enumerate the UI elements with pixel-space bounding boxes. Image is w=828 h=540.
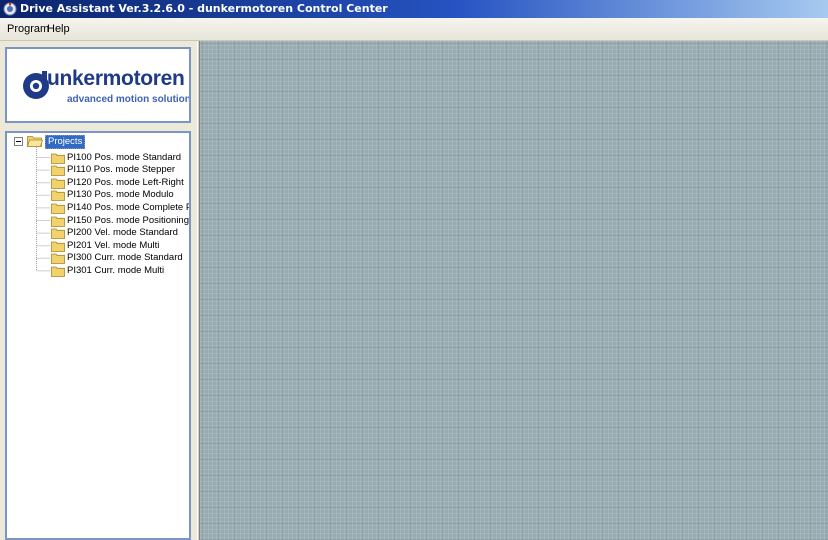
tree-item-label: PI201 Vel. mode Multi bbox=[67, 239, 160, 251]
tree-item-label: PI150 Pos. mode Positioning by bbox=[67, 214, 191, 226]
tree-item-label: PI200 Vel. mode Standard bbox=[67, 227, 178, 239]
folder-icon bbox=[51, 165, 65, 176]
project-tree[interactable]: Projects PI100 Pos. mode Standard PI110 … bbox=[5, 131, 191, 540]
app-icon[interactable] bbox=[3, 2, 17, 16]
collapse-toggle-icon[interactable] bbox=[14, 137, 23, 146]
left-panel: unkermotoren advanced motion solutions P… bbox=[0, 41, 197, 540]
menu-help[interactable]: Help bbox=[45, 18, 72, 40]
company-logo: unkermotoren advanced motion solutions bbox=[5, 47, 191, 123]
tree-item-label: PI120 Pos. mode Left-Right bbox=[67, 176, 184, 188]
window-title: Drive Assistant Ver.3.2.6.0 - dunkermoto… bbox=[20, 2, 388, 15]
tree-item[interactable]: PI300 Curr. mode Standard bbox=[7, 252, 189, 265]
tree-item-label: PI110 Pos. mode Stepper bbox=[67, 164, 176, 176]
folder-icon bbox=[51, 203, 65, 214]
application-window: Drive Assistant Ver.3.2.6.0 - dunkermoto… bbox=[0, 0, 828, 540]
tree-item-label: PI130 Pos. mode Modulo bbox=[67, 189, 174, 201]
folder-icon bbox=[51, 266, 65, 277]
tree-item[interactable]: PI130 Pos. mode Modulo bbox=[7, 189, 189, 202]
tree-item-label: PI301 Curr. mode Multi bbox=[67, 264, 165, 276]
mdi-workspace[interactable] bbox=[200, 41, 828, 540]
tree-item[interactable]: PI100 Pos. mode Standard bbox=[7, 151, 189, 165]
tree-item[interactable]: PI201 Vel. mode Multi bbox=[7, 239, 189, 253]
menu-bar: Program Help bbox=[0, 18, 828, 41]
open-folder-icon bbox=[27, 136, 43, 147]
folder-icon bbox=[51, 153, 65, 164]
logo-tagline: advanced motion solutions bbox=[67, 94, 191, 105]
tree-item[interactable]: PI200 Vel. mode Standard bbox=[7, 227, 189, 240]
title-bar[interactable]: Drive Assistant Ver.3.2.6.0 - dunkermoto… bbox=[0, 0, 828, 18]
folder-icon bbox=[51, 253, 65, 265]
logo-brand-name: unkermotoren bbox=[47, 67, 185, 90]
folder-icon bbox=[51, 228, 65, 239]
folder-icon bbox=[51, 190, 65, 202]
tree-root-label[interactable]: Projects bbox=[45, 135, 86, 149]
tree-item-label: PI140 Pos. mode Complete Posit bbox=[67, 201, 189, 213]
tree-item[interactable]: PI150 Pos. mode Positioning by bbox=[7, 214, 191, 228]
folder-icon bbox=[51, 216, 65, 227]
tree-item[interactable]: PI301 Curr. mode Multi bbox=[7, 264, 189, 278]
tree-item-label: PI300 Curr. mode Standard bbox=[67, 252, 183, 264]
tree-item[interactable]: PI120 Pos. mode Left-Right bbox=[7, 176, 189, 190]
tree-root-projects[interactable]: Projects bbox=[7, 133, 189, 149]
folder-icon bbox=[51, 178, 65, 189]
tree-item[interactable]: PI110 Pos. mode Stepper bbox=[7, 164, 189, 177]
tree-item-label: PI100 Pos. mode Standard bbox=[67, 151, 182, 163]
folder-icon bbox=[51, 241, 65, 252]
tree-item[interactable]: PI140 Pos. mode Complete Posit bbox=[7, 201, 189, 215]
